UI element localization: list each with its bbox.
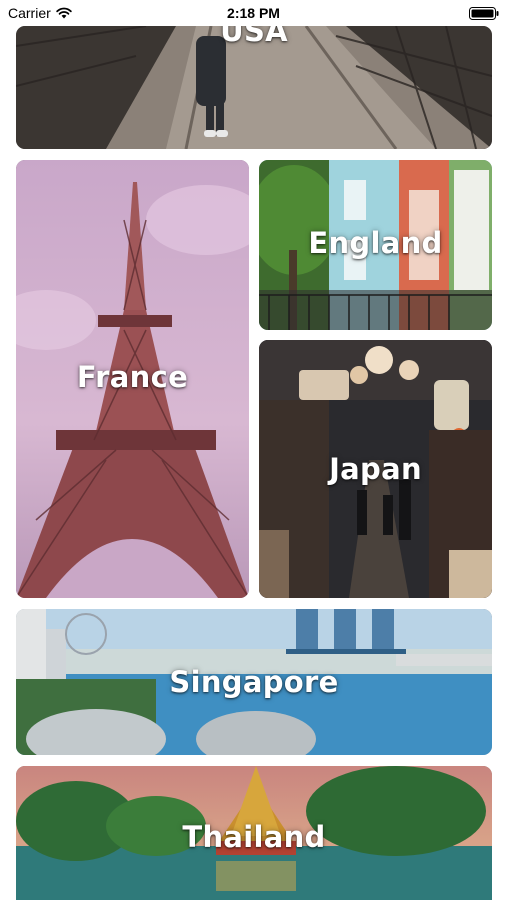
destination-card-england[interactable]: England [259,160,492,330]
battery-icon [469,7,499,20]
destination-label-usa: USA [220,26,288,48]
destination-card-france[interactable]: France [16,160,249,598]
destination-label-france: France [76,360,189,394]
destination-label-singapore: Singapore [169,665,339,699]
destination-card-thailand[interactable]: Thailand [16,766,492,900]
destination-label-england: England [308,226,443,260]
destination-label-thailand: Thailand [182,820,326,854]
destination-card-usa[interactable]: USA [16,26,492,149]
status-time: 2:18 PM [227,5,280,21]
destination-label-japan: Japan [329,452,422,486]
destination-card-singapore[interactable]: Singapore [16,609,492,755]
destination-card-japan[interactable]: Japan [259,340,492,598]
status-bar: Carrier 2:18 PM [0,0,507,26]
